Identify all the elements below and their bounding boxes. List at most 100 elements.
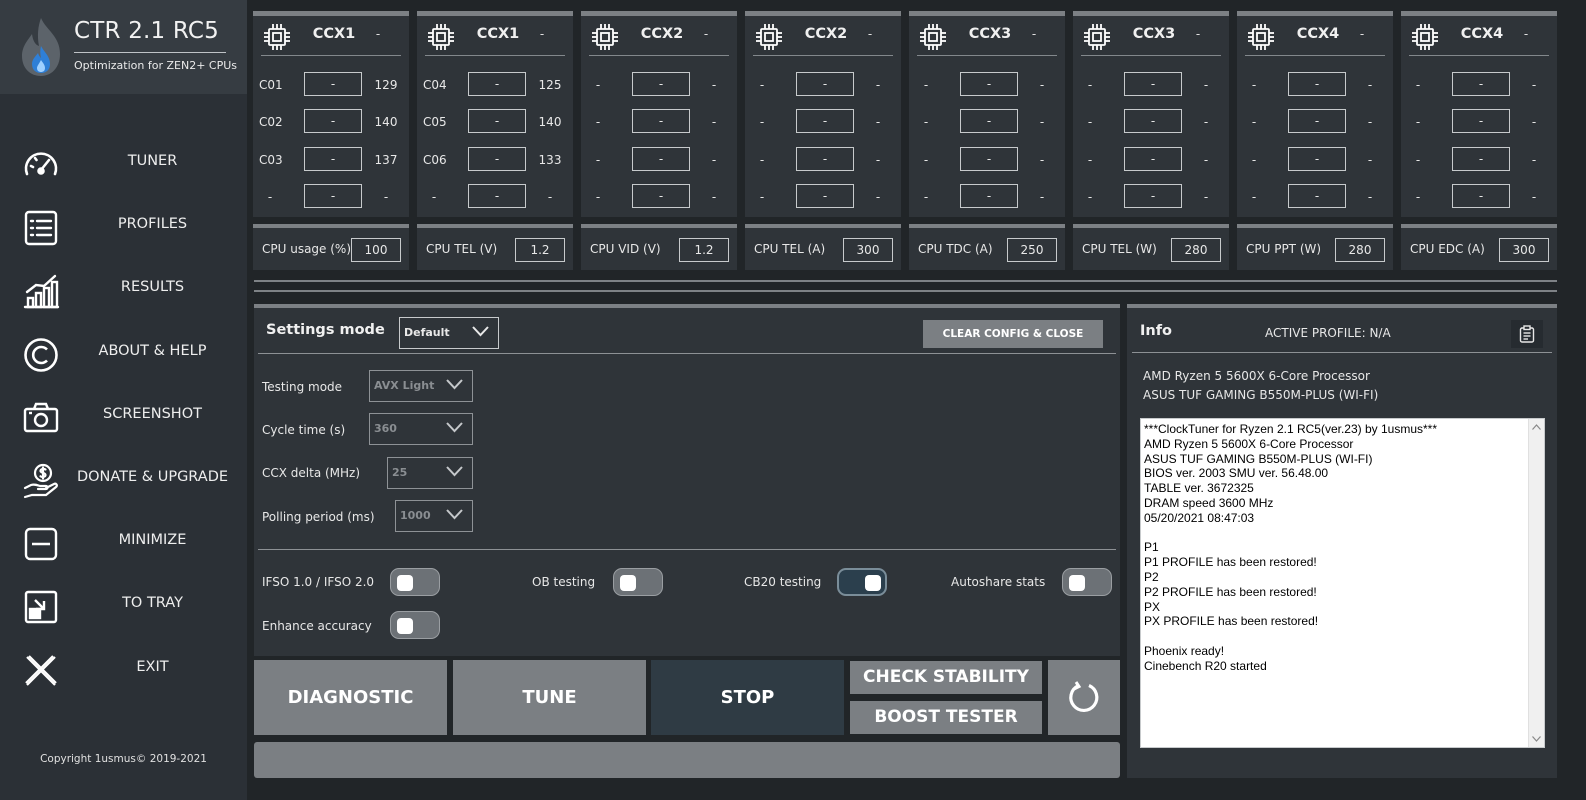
core-row: --- (1237, 72, 1393, 98)
limit-panel: CPU TEL (V) 1.2 (417, 224, 573, 270)
info-title: Info (1140, 323, 1172, 339)
core-row: --- (1237, 147, 1393, 173)
core-offset-field[interactable]: - (1124, 147, 1182, 171)
nav-label: TO TRAY (122, 595, 183, 611)
core-offset-field[interactable]: - (468, 147, 526, 171)
core-offset-field[interactable]: - (796, 184, 854, 208)
core-offset-field[interactable]: - (304, 72, 362, 96)
core-name: - (1415, 115, 1421, 129)
limit-input[interactable]: 280 (1171, 238, 1221, 262)
autoshare-stats-toggle[interactable] (1062, 568, 1112, 596)
core-name: - (1415, 78, 1421, 92)
core-name: - (1251, 153, 1257, 167)
core-offset-field[interactable]: - (304, 184, 362, 208)
limit-input[interactable]: 280 (1335, 238, 1385, 262)
core-offset-field[interactable]: - (960, 147, 1018, 171)
polling-period-dropdown[interactable]: 1000 (395, 500, 473, 532)
core-offset-field[interactable]: - (1288, 184, 1346, 208)
core-offset-field[interactable]: - (796, 147, 854, 171)
nav-profiles[interactable]: PROFILES (0, 199, 247, 255)
nav-screenshot[interactable]: SCREENSHOT (0, 389, 247, 445)
nav-tuner[interactable]: TUNER (0, 136, 247, 192)
ccx-divider (1409, 55, 1549, 56)
core-offset-field[interactable]: - (1452, 184, 1510, 208)
tune-button[interactable]: TUNE (453, 660, 646, 735)
core-offset-field[interactable]: - (468, 184, 526, 208)
core-offset-field[interactable]: - (1124, 109, 1182, 133)
cb20-testing-toggle[interactable] (837, 568, 887, 596)
log-textbox[interactable]: ***ClockTuner for Ryzen 2.1 RC5(ver.23) … (1140, 418, 1545, 748)
limit-input[interactable]: 1.2 (515, 238, 565, 262)
nav-to-tray[interactable]: TO TRAY (0, 578, 247, 634)
core-row: --- (1401, 109, 1557, 135)
limit-input[interactable]: 1.2 (679, 238, 729, 262)
nav-exit[interactable]: EXIT (0, 642, 247, 698)
core-value: - (711, 115, 717, 129)
core-offset-field[interactable]: - (632, 184, 690, 208)
core-offset-field[interactable]: - (304, 109, 362, 133)
nav-about-help[interactable]: ABOUT & HELP (0, 326, 247, 382)
testing-mode-dropdown[interactable]: AVX Light (369, 370, 473, 402)
core-offset-field[interactable]: - (632, 72, 690, 96)
core-offset-field[interactable]: - (1288, 147, 1346, 171)
nav-minimize[interactable]: MINIMIZE (0, 515, 247, 571)
core-value: - (1039, 190, 1045, 204)
core-offset-field[interactable]: - (1288, 109, 1346, 133)
nav-results[interactable]: RESULTS (0, 262, 247, 318)
nav-donate-upgrade[interactable]: DONATE & UPGRADE (0, 452, 247, 508)
core-offset-field[interactable]: - (960, 184, 1018, 208)
enhance-accuracy-toggle[interactable] (390, 611, 440, 639)
ifso-toggle[interactable] (390, 568, 440, 596)
scroll-up-icon[interactable] (1532, 424, 1541, 430)
core-offset-field[interactable]: - (796, 72, 854, 96)
log-scrollbar[interactable] (1528, 419, 1544, 747)
settings-mode-value: Default (404, 326, 450, 339)
core-offset-field[interactable]: - (468, 72, 526, 96)
core-offset-field[interactable]: - (960, 109, 1018, 133)
polling-period-value: 1000 (400, 509, 431, 522)
limit-input[interactable]: 250 (1007, 238, 1057, 262)
settings-mode-dropdown[interactable]: Default (399, 317, 499, 349)
flame-logo-icon (22, 18, 60, 76)
copy-log-button[interactable] (1511, 320, 1543, 348)
scroll-down-icon[interactable] (1532, 736, 1541, 742)
core-offset-field[interactable]: - (1452, 109, 1510, 133)
core-name: - (595, 78, 601, 92)
core-offset-field[interactable]: - (468, 109, 526, 133)
limit-input[interactable]: 100 (351, 238, 401, 262)
core-offset-field[interactable]: - (796, 109, 854, 133)
stop-button[interactable]: STOP (651, 660, 844, 735)
core-offset-field[interactable]: - (304, 147, 362, 171)
refresh-button[interactable] (1048, 660, 1120, 735)
core-offset-field[interactable]: - (1124, 184, 1182, 208)
core-offset-field[interactable]: - (960, 72, 1018, 96)
log-text: ***ClockTuner for Ryzen 2.1 RC5(ver.23) … (1144, 422, 1438, 673)
ccx-panel: CCX2 - - - - - - - - - - - - - (745, 11, 901, 217)
diagnostic-button[interactable]: DIAGNOSTIC (254, 660, 447, 735)
ccx-name: CCX2 (804, 26, 848, 42)
core-offset-field[interactable]: - (1452, 147, 1510, 171)
core-offset-field[interactable]: - (1452, 72, 1510, 96)
ccx-delta-dropdown[interactable]: 25 (387, 457, 473, 489)
ccx-name: CCX1 (476, 26, 520, 42)
core-offset-field[interactable]: - (1124, 72, 1182, 96)
core-name: C01 (259, 78, 283, 92)
limit-panel: CPU usage (%) 100 (253, 224, 409, 270)
core-offset-field[interactable]: - (632, 109, 690, 133)
core-value: - (1531, 190, 1537, 204)
ob-testing-toggle[interactable] (613, 568, 663, 596)
cycle-time-dropdown[interactable]: 360 (369, 413, 473, 445)
core-value: - (711, 78, 717, 92)
core-value: - (383, 190, 389, 204)
core-offset-field[interactable]: - (1288, 72, 1346, 96)
limit-panel: CPU TEL (W) 280 (1073, 224, 1229, 270)
core-offset-field[interactable]: - (632, 147, 690, 171)
cpu-chip-icon (1248, 24, 1274, 50)
limit-input[interactable]: 300 (843, 238, 893, 262)
check-stability-button[interactable]: CHECK STABILITY (850, 661, 1042, 694)
limit-label: CPU TEL (W) (1082, 242, 1157, 256)
clear-config-button[interactable]: CLEAR CONFIG & CLOSE (923, 320, 1103, 348)
boost-tester-button[interactable]: BOOST TESTER (850, 701, 1042, 734)
limit-input[interactable]: 300 (1499, 238, 1549, 262)
chevron-down-icon (446, 379, 463, 390)
